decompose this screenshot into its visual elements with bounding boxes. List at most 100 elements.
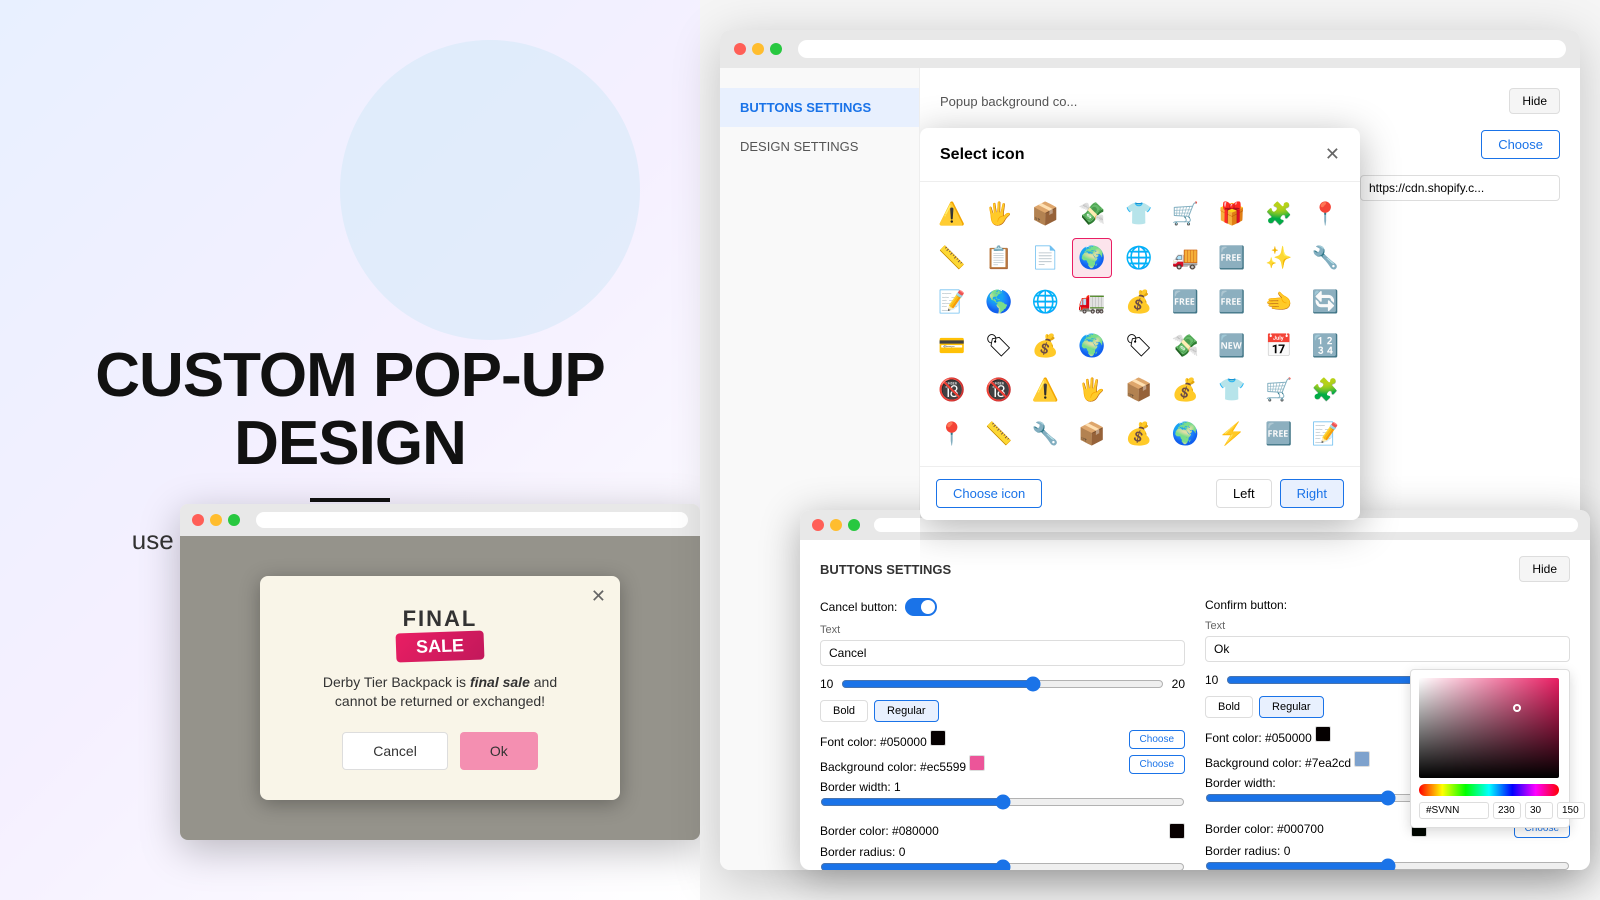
confirm-text-input[interactable]: [1205, 636, 1570, 662]
icon-cell[interactable]: 📏: [932, 238, 972, 278]
icon-cell[interactable]: 🧩: [1305, 370, 1345, 410]
icon-cell[interactable]: 📍: [1305, 194, 1345, 234]
image-url-input[interactable]: [1360, 175, 1560, 201]
icon-cell[interactable]: 📏: [979, 414, 1019, 454]
icon-cell[interactable]: 🔞: [932, 370, 972, 410]
cancel-font-slider[interactable]: [841, 676, 1163, 692]
icon-cell[interactable]: ⚠️: [1025, 370, 1065, 410]
icon-cell[interactable]: 🌍: [1072, 326, 1112, 366]
confirm-regular-btn[interactable]: Regular: [1259, 696, 1324, 718]
cancel-border-width-group: Border width: 1: [820, 780, 1185, 813]
right-section: BUTTONS SETTINGS DESIGN SETTINGS Popup b…: [700, 0, 1600, 900]
app-tl-red: [734, 43, 746, 55]
icon-cell[interactable]: 🌐: [1025, 282, 1065, 322]
icon-cell[interactable]: 🌎: [979, 282, 1019, 322]
confirm-bg-swatch: [1354, 751, 1370, 767]
hex-input[interactable]: [1419, 802, 1489, 819]
icon-cell[interactable]: 📦: [1025, 194, 1065, 234]
icon-cell[interactable]: 📅: [1259, 326, 1299, 366]
icon-cell[interactable]: 🧩: [1259, 194, 1299, 234]
confirm-radius-slider[interactable]: [1205, 858, 1570, 870]
icon-cell[interactable]: 🛒: [1165, 194, 1205, 234]
icon-cell[interactable]: 🚚: [1165, 238, 1205, 278]
cancel-border-width-label: Border width: 1: [820, 780, 901, 794]
cancel-font-color-choose[interactable]: Choose: [1129, 730, 1185, 749]
icon-cell[interactable]: 🚛: [1072, 282, 1112, 322]
position-right-button[interactable]: Right: [1280, 479, 1344, 508]
cancel-button[interactable]: Cancel: [342, 732, 448, 770]
cancel-bold-btn[interactable]: Bold: [820, 700, 868, 722]
hide-button[interactable]: Hide: [1509, 88, 1560, 114]
icon-cell[interactable]: 🔧: [1305, 238, 1345, 278]
hue-slider[interactable]: [1419, 784, 1559, 796]
icon-cell[interactable]: 🖐: [979, 194, 1019, 234]
icon-cell[interactable]: 📦: [1119, 370, 1159, 410]
modal-close-button[interactable]: ✕: [1325, 144, 1340, 165]
icon-cell[interactable]: 🎁: [1212, 194, 1252, 234]
icon-cell[interactable]: 💰: [1165, 370, 1205, 410]
icon-cell[interactable]: 🔢: [1305, 326, 1345, 366]
confirm-font-color-label: Font color: #050000: [1205, 726, 1331, 745]
position-left-button[interactable]: Left: [1216, 479, 1272, 508]
icon-cell[interactable]: 🏷: [1119, 326, 1159, 366]
icon-cell[interactable]: 📝: [932, 282, 972, 322]
choose-icon-button[interactable]: Choose icon: [936, 479, 1042, 508]
icon-cell[interactable]: 🌍: [1072, 238, 1112, 278]
sidebar-item-buttons[interactable]: BUTTONS SETTINGS: [720, 88, 919, 127]
cancel-regular-btn[interactable]: Regular: [874, 700, 939, 722]
popup-browser-content: ✕ FINAL SALE Derby Tier Backpack is fina…: [180, 536, 700, 840]
popup-buttons: Cancel Ok: [300, 732, 580, 770]
icon-cell[interactable]: 🆓: [1259, 414, 1299, 454]
icon-cell[interactable]: 📝: [1305, 414, 1345, 454]
icon-cell[interactable]: 🔄: [1305, 282, 1345, 322]
icon-cell[interactable]: 🏷: [979, 326, 1019, 366]
g-input[interactable]: [1525, 802, 1553, 819]
icon-cell[interactable]: 📋: [979, 238, 1019, 278]
icon-cell[interactable]: 📍: [932, 414, 972, 454]
icon-cell[interactable]: ✨: [1259, 238, 1299, 278]
icon-cell[interactable]: 🫲: [1259, 282, 1299, 322]
icon-cell[interactable]: 🔧: [1025, 414, 1065, 454]
r-input[interactable]: [1493, 802, 1521, 819]
icon-cell[interactable]: 🛒: [1259, 370, 1299, 410]
confirm-radius-label: Border radius: 0: [1205, 844, 1290, 858]
icon-cell[interactable]: 💰: [1119, 414, 1159, 454]
icon-cell[interactable]: 🆓: [1212, 282, 1252, 322]
icon-cell[interactable]: 🆓: [1165, 282, 1205, 322]
icon-cell[interactable]: ⚠️: [932, 194, 972, 234]
cancel-toggle[interactable]: [905, 598, 937, 616]
cancel-border-slider[interactable]: [820, 794, 1185, 810]
icon-cell[interactable]: 🌐: [1119, 238, 1159, 278]
s2-tl-green: [848, 519, 860, 531]
icon-cell[interactable]: 💰: [1025, 326, 1065, 366]
icon-cell[interactable]: 🌍: [1165, 414, 1205, 454]
icon-cell[interactable]: 💰: [1119, 282, 1159, 322]
icon-cell[interactable]: 🆓: [1212, 238, 1252, 278]
sidebar-item-design[interactable]: DESIGN SETTINGS: [720, 127, 919, 166]
choose-button[interactable]: Choose: [1481, 130, 1560, 159]
title-line1: CUSTOM POP-UP: [95, 341, 604, 410]
confirm-bold-btn[interactable]: Bold: [1205, 696, 1253, 718]
second-header: BUTTONS SETTINGS Hide: [820, 556, 1570, 582]
popup-close-icon[interactable]: ✕: [591, 586, 606, 607]
icon-cell[interactable]: ⚡: [1212, 414, 1252, 454]
cancel-bg-color-choose[interactable]: Choose: [1129, 755, 1185, 774]
icon-cell[interactable]: 💸: [1165, 326, 1205, 366]
two-columns: Cancel button: Text 10 20: [820, 598, 1570, 870]
cancel-text-input[interactable]: [820, 640, 1185, 666]
ok-button[interactable]: Ok: [460, 732, 538, 770]
icon-cell[interactable]: 🔞: [979, 370, 1019, 410]
icon-cell[interactable]: 💸: [1072, 194, 1112, 234]
icon-cell[interactable]: 🆕: [1212, 326, 1252, 366]
icon-cell[interactable]: 🖐: [1072, 370, 1112, 410]
color-gradient[interactable]: [1419, 678, 1559, 778]
second-hide-button[interactable]: Hide: [1519, 556, 1570, 582]
icon-cell[interactable]: 👕: [1212, 370, 1252, 410]
b-input[interactable]: [1557, 802, 1585, 819]
icon-cell[interactable]: 💳: [932, 326, 972, 366]
icon-cell[interactable]: 📦: [1072, 414, 1112, 454]
cancel-radius-slider[interactable]: [820, 859, 1185, 870]
tl-green: [228, 514, 240, 526]
icon-cell[interactable]: 👕: [1119, 194, 1159, 234]
icon-cell[interactable]: 📄: [1025, 238, 1065, 278]
